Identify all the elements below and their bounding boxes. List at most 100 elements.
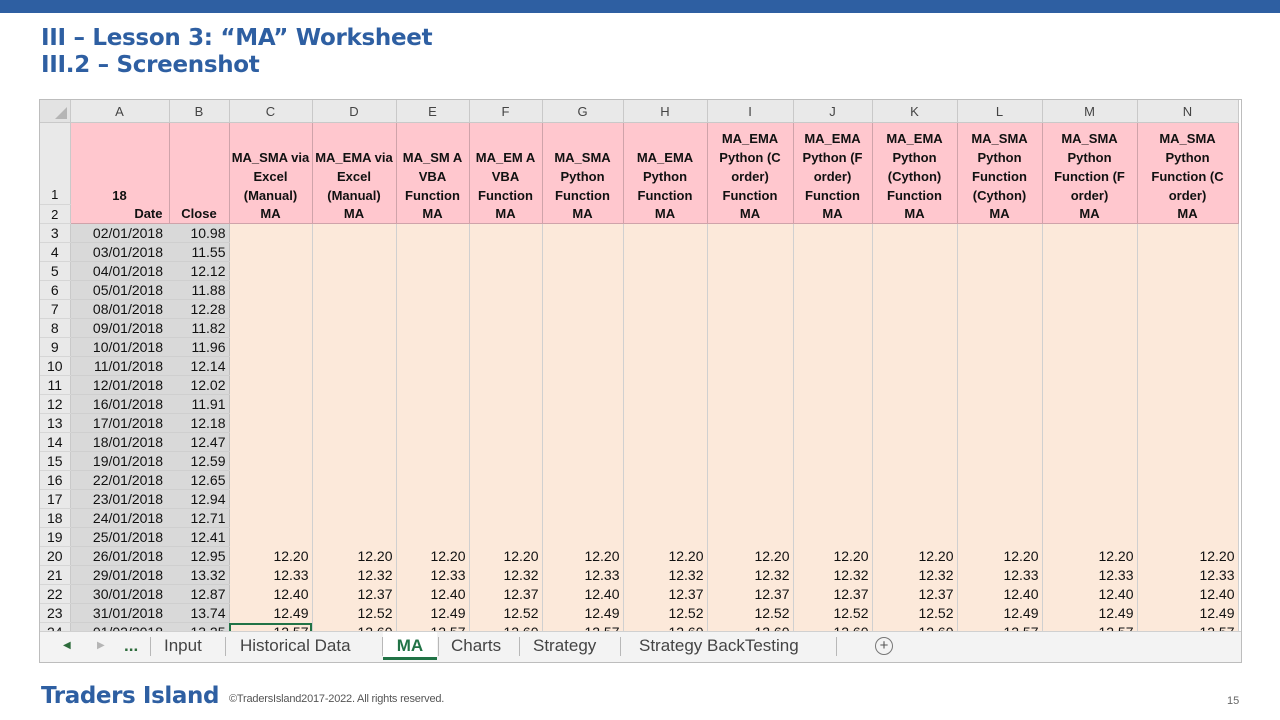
ma-cell[interactable]: 12.40 bbox=[1137, 584, 1239, 604]
ma-cell[interactable] bbox=[1042, 375, 1138, 395]
scroll-tabs-right-icon[interactable]: ▶ bbox=[97, 632, 105, 660]
ma-cell[interactable] bbox=[542, 470, 624, 490]
ma-cell[interactable] bbox=[793, 280, 873, 300]
ma-cell[interactable]: 12.40 bbox=[1042, 584, 1138, 604]
ma-cell[interactable] bbox=[229, 413, 313, 433]
ma-cell[interactable] bbox=[957, 375, 1043, 395]
close-cell[interactable]: 12.71 bbox=[169, 508, 230, 528]
ma-cell[interactable] bbox=[229, 337, 313, 357]
ma-cell[interactable] bbox=[542, 432, 624, 452]
ma-cell[interactable] bbox=[229, 242, 313, 262]
header-cell[interactable]: 18 bbox=[70, 122, 170, 205]
ma-cell[interactable] bbox=[469, 470, 543, 490]
ma-cell[interactable] bbox=[312, 413, 397, 433]
ma-cell[interactable]: 12.32 bbox=[872, 565, 958, 585]
ma-cell[interactable]: 12.37 bbox=[707, 584, 794, 604]
ma-cell[interactable] bbox=[312, 223, 397, 243]
ma-cell[interactable] bbox=[469, 375, 543, 395]
row-header[interactable]: 9 bbox=[40, 337, 71, 357]
ma-cell[interactable] bbox=[469, 394, 543, 414]
ma-cell[interactable] bbox=[1042, 508, 1138, 528]
ma-cell[interactable] bbox=[707, 432, 794, 452]
ma-cell[interactable]: 12.37 bbox=[623, 584, 708, 604]
close-cell[interactable]: 12.12 bbox=[169, 261, 230, 281]
column-header-c[interactable]: C bbox=[229, 100, 313, 123]
close-cell[interactable]: 12.94 bbox=[169, 489, 230, 509]
header-cell[interactable]: MA bbox=[957, 204, 1043, 224]
tab-strategy[interactable]: Strategy bbox=[533, 632, 596, 660]
ma-cell[interactable] bbox=[1137, 337, 1239, 357]
tab-historical-data[interactable]: Historical Data bbox=[240, 632, 351, 660]
ma-cell[interactable]: 12.49 bbox=[957, 603, 1043, 623]
ma-cell[interactable] bbox=[1137, 356, 1239, 376]
ma-cell[interactable] bbox=[1042, 451, 1138, 471]
tab-ma-active[interactable]: MA bbox=[383, 632, 437, 660]
close-cell[interactable]: 12.18 bbox=[169, 413, 230, 433]
ma-cell[interactable] bbox=[1042, 432, 1138, 452]
ma-cell[interactable] bbox=[542, 223, 624, 243]
ma-cell[interactable] bbox=[957, 527, 1043, 547]
ma-cell[interactable]: 12.33 bbox=[957, 565, 1043, 585]
date-cell[interactable]: 29/01/2018 bbox=[70, 565, 169, 585]
date-cell[interactable]: 08/01/2018 bbox=[70, 299, 169, 319]
ma-cell[interactable] bbox=[957, 356, 1043, 376]
ma-cell[interactable] bbox=[312, 432, 397, 452]
date-cell[interactable]: 26/01/2018 bbox=[70, 546, 169, 566]
row-header[interactable]: 11 bbox=[40, 375, 71, 395]
ma-cell[interactable] bbox=[707, 299, 794, 319]
header-cell[interactable]: MA_EMA Python Function bbox=[623, 122, 708, 205]
ma-cell[interactable] bbox=[1042, 356, 1138, 376]
ma-cell[interactable] bbox=[623, 470, 708, 490]
ma-cell[interactable]: 12.40 bbox=[542, 584, 624, 604]
row-header[interactable]: 1 bbox=[40, 122, 71, 205]
ma-cell[interactable] bbox=[312, 242, 397, 262]
ma-cell[interactable] bbox=[1042, 299, 1138, 319]
ma-cell[interactable]: 12.52 bbox=[469, 603, 543, 623]
ma-cell[interactable] bbox=[707, 375, 794, 395]
ma-cell[interactable] bbox=[542, 299, 624, 319]
ma-cell[interactable] bbox=[793, 489, 873, 509]
ma-cell[interactable] bbox=[1042, 242, 1138, 262]
ma-cell[interactable] bbox=[229, 280, 313, 300]
ma-cell[interactable] bbox=[229, 318, 313, 338]
ma-cell[interactable] bbox=[542, 261, 624, 281]
header-cell[interactable]: MA bbox=[623, 204, 708, 224]
ma-cell[interactable] bbox=[469, 337, 543, 357]
ma-cell[interactable] bbox=[396, 318, 470, 338]
ma-cell[interactable] bbox=[396, 356, 470, 376]
ma-cell[interactable] bbox=[1137, 280, 1239, 300]
ma-cell[interactable] bbox=[872, 261, 958, 281]
close-cell[interactable]: 12.28 bbox=[169, 299, 230, 319]
ma-cell[interactable] bbox=[707, 508, 794, 528]
ma-cell[interactable] bbox=[707, 394, 794, 414]
date-cell[interactable]: 17/01/2018 bbox=[70, 413, 169, 433]
ma-cell[interactable]: 12.40 bbox=[229, 584, 313, 604]
ma-cell[interactable] bbox=[312, 356, 397, 376]
row-header[interactable]: 13 bbox=[40, 413, 71, 433]
ma-cell[interactable] bbox=[872, 299, 958, 319]
row-header[interactable]: 2 bbox=[40, 204, 71, 224]
ma-cell[interactable] bbox=[542, 489, 624, 509]
ma-cell[interactable] bbox=[229, 527, 313, 547]
ma-cell[interactable] bbox=[469, 261, 543, 281]
ma-cell[interactable] bbox=[312, 470, 397, 490]
column-header-a[interactable]: A bbox=[70, 100, 170, 123]
column-header-f[interactable]: F bbox=[469, 100, 543, 123]
ma-cell[interactable]: 12.20 bbox=[623, 546, 708, 566]
ma-cell[interactable] bbox=[542, 242, 624, 262]
header-cell[interactable]: MA bbox=[707, 204, 794, 224]
ma-cell[interactable] bbox=[1137, 432, 1239, 452]
ma-cell[interactable] bbox=[312, 299, 397, 319]
ma-cell[interactable] bbox=[872, 508, 958, 528]
ma-cell[interactable] bbox=[396, 432, 470, 452]
header-cell[interactable]: MA_SMA Python Function (Cython) bbox=[957, 122, 1043, 205]
ma-cell[interactable]: 12.20 bbox=[229, 546, 313, 566]
header-cell[interactable]: MA bbox=[793, 204, 873, 224]
ma-cell[interactable]: 12.52 bbox=[707, 603, 794, 623]
ma-cell[interactable] bbox=[312, 451, 397, 471]
ma-cell[interactable] bbox=[396, 527, 470, 547]
ma-cell[interactable] bbox=[312, 280, 397, 300]
header-cell[interactable]: MA_SMA Python Function (F order) bbox=[1042, 122, 1138, 205]
row-header[interactable]: 7 bbox=[40, 299, 71, 319]
ma-cell[interactable] bbox=[623, 261, 708, 281]
